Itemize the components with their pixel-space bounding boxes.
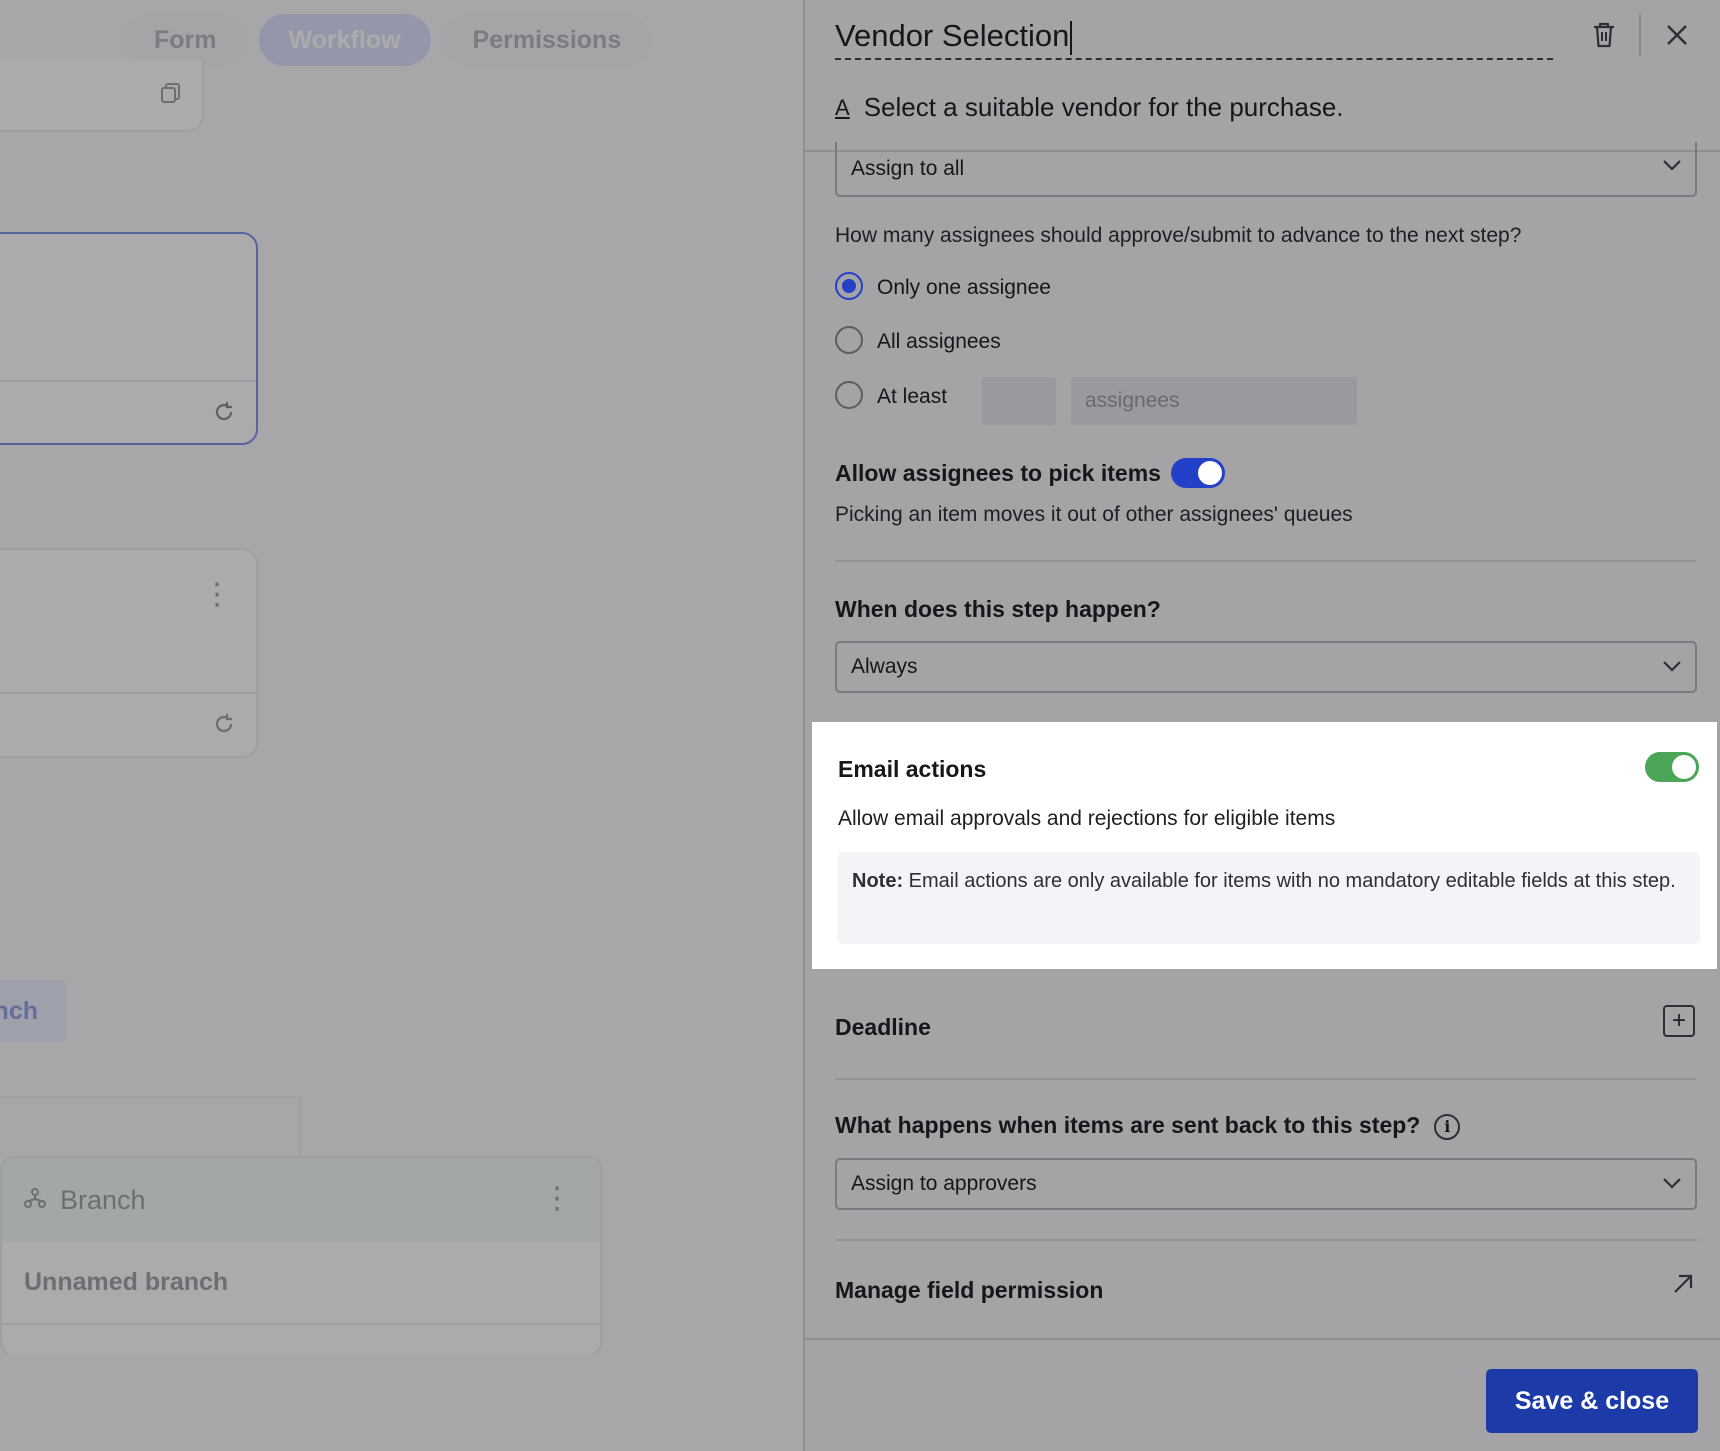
add-branch-button[interactable]: nch <box>0 980 66 1042</box>
radio-only-one[interactable]: Only one assignee <box>835 272 1051 300</box>
trash-icon[interactable] <box>1587 18 1621 52</box>
info-icon[interactable]: i <box>1434 1113 1461 1140</box>
manage-permission-link[interactable]: Manage field permission <box>835 1277 1103 1304</box>
step-settings-panel: Vendor Selection A Select a suitable ven… <box>803 0 1720 1451</box>
radio-button[interactable] <box>835 326 863 354</box>
kebab-menu-icon[interactable]: ⋮ <box>542 1184 572 1214</box>
close-icon[interactable] <box>1660 18 1694 52</box>
branch-header: Branch ⋮ <box>2 1158 600 1242</box>
radio-label: Only one assignee <box>877 276 1051 299</box>
radio-label: At least <box>877 385 948 408</box>
card-divider <box>0 692 256 694</box>
radio-label: All assignees <box>877 330 1001 353</box>
step-description[interactable]: A Select a suitable vendor for the purch… <box>835 92 1344 123</box>
workflow-canvas: Form Workflow Permissions ⋮ nch Branch ⋮… <box>0 0 803 1451</box>
section-divider <box>835 560 1697 562</box>
chevron-down-icon <box>1661 655 1683 683</box>
assignees-input[interactable]: assignees <box>1071 377 1357 425</box>
section-divider <box>835 1078 1697 1080</box>
email-actions-description: Allow email approvals and rejections for… <box>838 807 1336 830</box>
refresh-icon[interactable] <box>212 400 236 431</box>
save-close-button[interactable]: Save & close <box>1486 1369 1698 1433</box>
branch-header-label: Branch <box>60 1184 146 1215</box>
footer-divider <box>805 1338 1720 1340</box>
builder-tabs: Form Workflow Permissions <box>124 14 652 66</box>
branch-name: Unnamed branch <box>2 1242 600 1325</box>
sent-back-select[interactable]: Assign to approvers <box>835 1158 1697 1210</box>
pick-items-hint: Picking an item moves it out of other as… <box>835 503 1353 526</box>
workflow-step-card[interactable]: ⋮ <box>0 548 258 758</box>
workflow-step-card[interactable] <box>0 60 204 132</box>
radio-button[interactable] <box>835 272 863 300</box>
chevron-down-icon <box>1661 154 1683 182</box>
radio-at-least[interactable]: At least <box>835 381 947 409</box>
sent-back-heading: What happens when items are sent back to… <box>835 1112 1461 1140</box>
approval-question: How many assignees should approve/submit… <box>835 224 1522 247</box>
external-arrow-icon[interactable] <box>1671 1272 1695 1301</box>
note-text: Email actions are only available for ite… <box>908 870 1676 892</box>
radio-button[interactable] <box>835 381 863 409</box>
at-least-count-input[interactable] <box>982 377 1056 425</box>
email-actions-note: Note: Email actions are only available f… <box>838 852 1700 944</box>
tab-permissions[interactable]: Permissions <box>442 14 652 66</box>
tab-form[interactable]: Form <box>124 14 247 66</box>
step-title-text: Vendor Selection <box>835 18 1070 53</box>
when-happens-select[interactable]: Always <box>835 641 1697 693</box>
header-divider <box>1639 14 1641 56</box>
when-happens-value: Always <box>851 655 918 678</box>
refresh-icon[interactable] <box>212 712 236 743</box>
note-label: Note: <box>852 870 904 892</box>
text-format-icon: A <box>835 94 850 120</box>
text-caret <box>1070 20 1073 55</box>
assignment-select[interactable]: Assign to all <box>835 142 1697 197</box>
pick-items-label: Allow assignees to pick items <box>835 460 1161 486</box>
step-title-input[interactable]: Vendor Selection <box>835 16 1553 60</box>
branch-card[interactable]: Branch ⋮ Unnamed branch <box>0 1156 602 1356</box>
sent-back-value: Assign to approvers <box>851 1172 1037 1195</box>
branch-connector <box>0 1096 301 1156</box>
selected-step-card[interactable] <box>0 232 258 445</box>
deadline-heading: Deadline <box>835 1014 931 1040</box>
tab-workflow[interactable]: Workflow <box>258 14 431 66</box>
canvas-bottom <box>0 1353 803 1451</box>
panel-header: Vendor Selection A Select a suitable ven… <box>805 0 1720 152</box>
assignment-select-value: Assign to all <box>851 156 965 180</box>
step-description-text: Select a suitable vendor for the purchas… <box>863 92 1344 122</box>
email-actions-toggle[interactable] <box>1645 752 1699 782</box>
chevron-down-icon <box>1661 1172 1683 1200</box>
add-deadline-button[interactable]: + <box>1663 1005 1695 1037</box>
plus-icon: + <box>1671 1007 1686 1034</box>
kebab-menu-icon[interactable]: ⋮ <box>202 580 232 610</box>
pick-items-toggle[interactable] <box>1171 458 1225 488</box>
when-happens-heading: When does this step happen? <box>835 596 1161 622</box>
email-actions-card: Email actions Allow email approvals and … <box>812 722 1717 969</box>
radio-all[interactable]: All assignees <box>835 326 1001 354</box>
section-divider <box>835 1239 1697 1241</box>
branch-icon <box>24 1185 46 1216</box>
copy-icon[interactable] <box>160 82 182 111</box>
card-divider <box>0 380 256 382</box>
sent-back-heading-text: What happens when items are sent back to… <box>835 1112 1421 1138</box>
email-actions-heading: Email actions <box>838 756 987 782</box>
